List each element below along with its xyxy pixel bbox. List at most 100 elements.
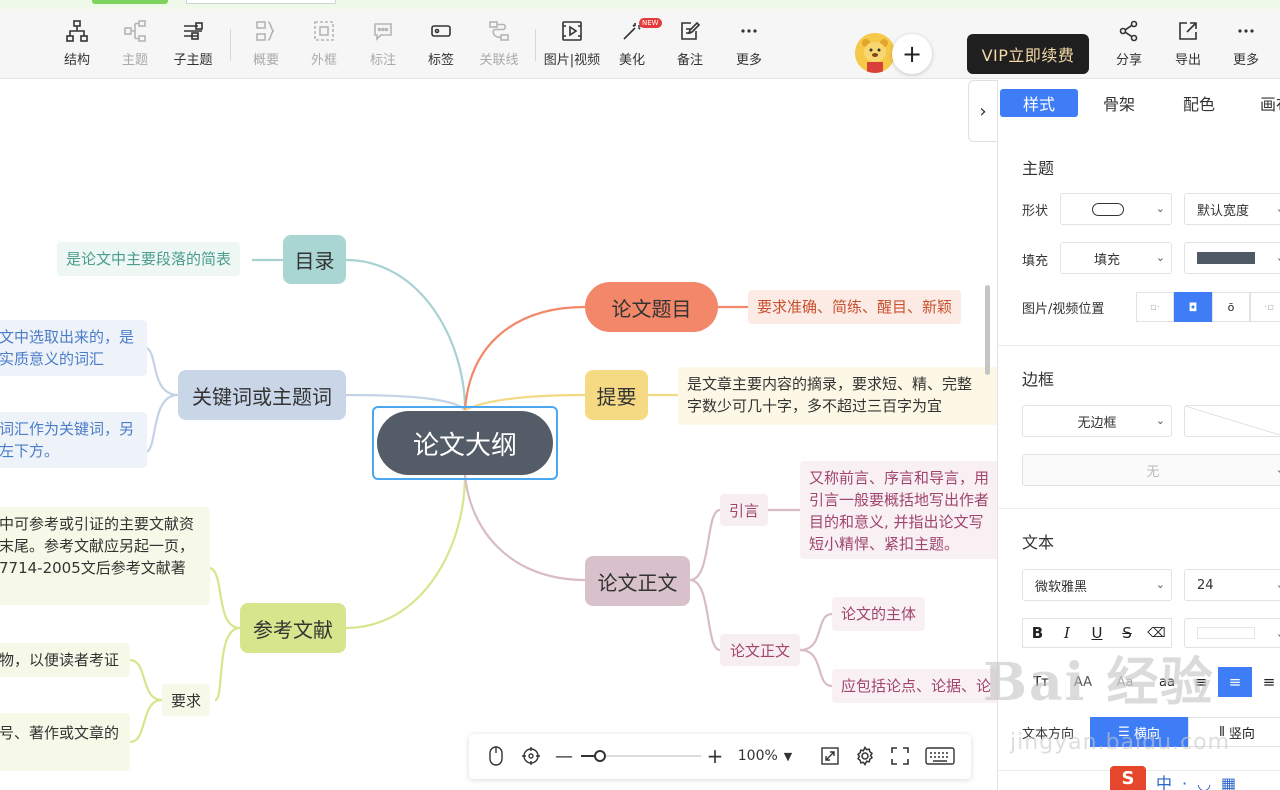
eraser-icon: ⌫ xyxy=(1147,625,1166,641)
leaf-node-keywords-2[interactable]: 词汇作为关键词，另 左下方。 xyxy=(0,412,147,468)
fill-color-select[interactable]: ⌄ xyxy=(1184,242,1280,274)
width-select[interactable]: 默认宽度 ⌄ xyxy=(1184,193,1280,225)
tab-color-scheme[interactable]: 配色 xyxy=(1160,89,1238,117)
vip-renew-button[interactable]: VIP立即续费 xyxy=(967,34,1089,74)
branch-node-title[interactable]: 论文题目 xyxy=(585,282,718,332)
leaf-node-introduction[interactable]: 又称前言、序言和导言，用 引言一般要概括地写出作者 目的和意义, 并指出论文写 … xyxy=(800,461,997,559)
branch-node-keywords[interactable]: 关键词或主题词 xyxy=(178,370,346,420)
border-select[interactable]: 无边框 ⌄ xyxy=(1022,405,1172,437)
more-icon xyxy=(741,29,757,33)
input-method-icon[interactable]: S xyxy=(1110,766,1146,790)
zoom-slider[interactable] xyxy=(581,745,701,767)
boundary-button[interactable]: 外框 xyxy=(295,15,353,73)
canvas-scrollbar[interactable] xyxy=(985,285,990,375)
leaf-node-references[interactable]: 中可参考或引证的主要文献资 末尾。参考文献应另起一页， 7714-2005文后参… xyxy=(0,507,210,605)
relation-line-label: 关联线 xyxy=(479,53,519,68)
note-icon xyxy=(681,21,701,40)
align-right-button[interactable]: ≡ xyxy=(1252,667,1280,697)
tab-style[interactable]: 样式 xyxy=(1000,89,1078,117)
leaf-node-main-body-1[interactable]: 论文的主体 xyxy=(832,597,926,631)
fit-screen-button[interactable] xyxy=(819,745,841,767)
fill-select[interactable]: 填充 ⌄ xyxy=(1060,242,1172,274)
vertical-label: 竖向 xyxy=(1228,726,1255,742)
settings-button[interactable] xyxy=(854,745,876,767)
structure-label: 结构 xyxy=(63,53,90,68)
relation-line-button[interactable]: 关联线 xyxy=(470,15,528,73)
sub-node-main-body[interactable]: 论文正文 xyxy=(720,634,800,666)
tab-canvas[interactable]: 画布 xyxy=(1242,89,1280,117)
add-collaborator-button[interactable]: + xyxy=(892,34,932,74)
branch-node-references[interactable]: 参考文献 xyxy=(240,603,346,653)
mouse-mode-button[interactable] xyxy=(485,745,507,767)
beautify-button[interactable]: NEW 美化 xyxy=(603,15,662,73)
leaf-node-keywords-1[interactable]: 文中选取出来的，是 实质意义的词汇 xyxy=(0,320,147,376)
media-right-button[interactable]: ·▫ xyxy=(1250,292,1280,322)
media-button[interactable]: 图片|视频 xyxy=(543,15,601,73)
chevron-down-icon: ⌄ xyxy=(1276,578,1280,591)
export-button[interactable]: 导出 xyxy=(1159,15,1217,73)
chevron-down-icon: ⌄ xyxy=(1276,251,1280,264)
branch-node-toc[interactable]: 目录 xyxy=(283,235,346,284)
leaf-node-toc[interactable]: 是论文中主要段落的简表 xyxy=(57,242,241,276)
branch-node-body[interactable]: 论文正文 xyxy=(585,556,690,606)
note-button[interactable]: 备注 xyxy=(661,15,719,73)
sub-node-requirements[interactable]: 要求 xyxy=(162,684,210,716)
align-center-button[interactable]: ≡ xyxy=(1218,667,1252,697)
media-center-button[interactable]: ◘ xyxy=(1174,292,1212,322)
tag-button[interactable]: 标签 xyxy=(412,15,470,73)
structure-button[interactable]: 结构 xyxy=(48,15,106,73)
beautify-label: 美化 xyxy=(618,53,645,68)
zoom-out-button[interactable]: — xyxy=(555,745,573,767)
zoom-toolbar: — + 100% ▼ xyxy=(469,734,971,779)
mindmap-canvas[interactable]: 论文大纲 目录 是论文中主要段落的简表 关键词或主题词 文中选取出来的，是 实质… xyxy=(0,80,997,790)
export-icon xyxy=(1179,22,1197,40)
callout-button[interactable]: 标注 xyxy=(354,15,412,73)
fullscreen-button[interactable] xyxy=(889,745,911,767)
chevron-down-icon: ⌄ xyxy=(1276,627,1280,640)
root-node[interactable]: 论文大纲 xyxy=(372,406,558,480)
relation-line-icon xyxy=(489,21,509,41)
chevron-down-icon: ⌄ xyxy=(1155,251,1165,264)
media-left-button[interactable]: ▫· xyxy=(1136,292,1174,322)
keyboard-icon xyxy=(925,747,955,765)
leaf-node-req-1[interactable]: 物，以便读者考证 xyxy=(0,643,130,677)
border-style-select[interactable]: 无⌄ xyxy=(1022,454,1280,486)
gear-icon xyxy=(856,746,874,766)
section-divider xyxy=(998,508,1280,509)
tab-skeleton[interactable]: 骨架 xyxy=(1080,89,1158,117)
media-top-button[interactable]: ō xyxy=(1212,292,1250,322)
subtopic-button[interactable]: 子主题 xyxy=(164,15,222,73)
more-tools-button[interactable]: 更多 xyxy=(720,15,778,73)
shape-select[interactable]: ⌄ xyxy=(1060,193,1172,225)
branch-node-abstract[interactable]: 提要 xyxy=(585,370,648,420)
zoom-in-button[interactable]: + xyxy=(705,744,725,768)
font-select[interactable]: 微软雅黑 ⌄ xyxy=(1022,569,1172,601)
avatar[interactable] xyxy=(855,33,895,73)
summary-icon xyxy=(256,21,275,41)
more-button[interactable]: 更多 xyxy=(1217,15,1275,73)
topic-button[interactable]: 主题 xyxy=(106,15,164,73)
sub-node-introduction[interactable]: 引言 xyxy=(720,494,768,526)
zoom-slider-handle[interactable] xyxy=(594,750,606,762)
zoom-select[interactable]: 100% ▼ xyxy=(735,745,795,767)
summary-button[interactable]: 概要 xyxy=(237,15,295,73)
panel-collapse-button[interactable]: › xyxy=(968,80,997,142)
border-section-title: 边框 xyxy=(1022,370,1055,389)
tray-icons: 中·◡▦ xyxy=(1156,774,1247,790)
locate-button[interactable] xyxy=(520,745,542,767)
subtopic-icon xyxy=(184,22,203,40)
boundary-label: 外框 xyxy=(310,53,337,68)
keyboard-shortcuts-button[interactable] xyxy=(924,745,956,767)
border-color-select[interactable] xyxy=(1184,405,1280,437)
boundary-icon xyxy=(314,21,334,41)
leaf-node-main-body-2[interactable]: 应包括论点、论据、论 xyxy=(832,669,997,703)
structure-icon xyxy=(66,20,88,42)
border-style-value: 无 xyxy=(1146,464,1160,480)
leaf-node-req-2[interactable]: 号、著作或文章的 xyxy=(0,713,130,771)
leaf-node-abstract[interactable]: 是文章主要内容的摘录，要求短、精、完整 字数少可几十字，多不超过三百字为宜 xyxy=(678,367,997,425)
leaf-node-title[interactable]: 要求准确、简练、醒目、新颖 xyxy=(748,290,962,324)
fill-label: 填充 xyxy=(1022,254,1049,269)
font-size-select[interactable]: 24 ⌄ xyxy=(1184,569,1280,601)
callout-label: 标注 xyxy=(369,53,396,68)
share-button[interactable]: 分享 xyxy=(1100,15,1158,73)
